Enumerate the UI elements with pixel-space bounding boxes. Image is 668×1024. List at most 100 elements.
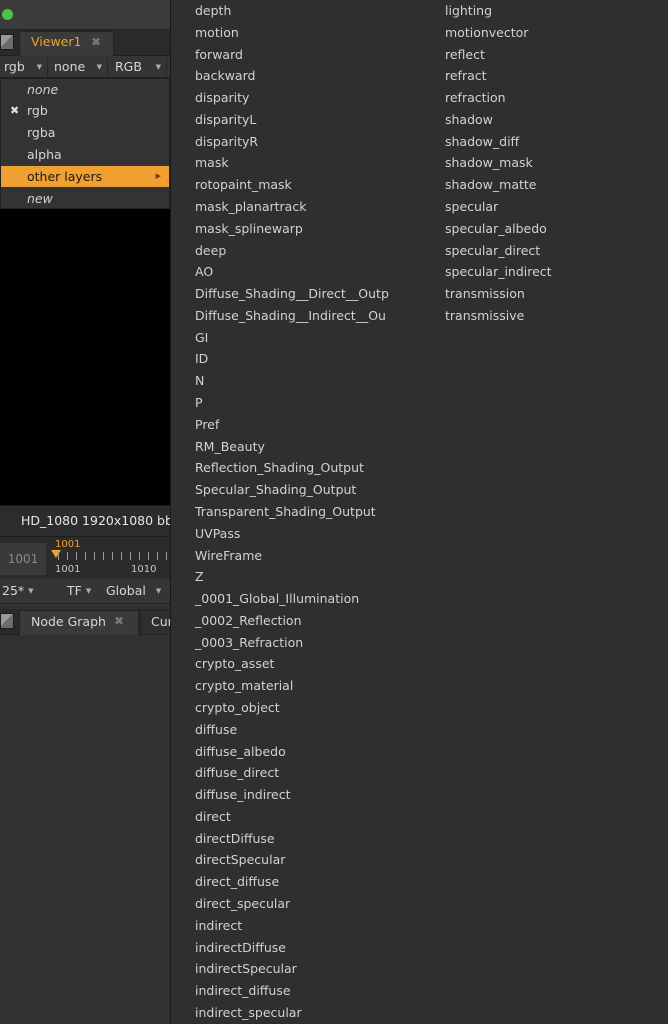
layer-menu-item[interactable]: direct [195, 809, 231, 825]
layer-menu-item[interactable]: direct_diffuse [195, 874, 279, 890]
layer-menu-item[interactable]: shadow_diff [445, 134, 519, 150]
layer-menu-item[interactable]: transmission [445, 286, 525, 302]
display-select[interactable]: RGB ▼ [111, 57, 167, 77]
layer-menu-item[interactable]: P [195, 395, 203, 411]
layer-menu-item[interactable]: Transparent_Shading_Output [195, 504, 376, 520]
layer-menu-item[interactable]: indirectSpecular [195, 961, 297, 977]
layer-menu-item[interactable]: Diffuse_Shading__Direct__Outp [195, 286, 389, 302]
layer-menu-item[interactable]: rotopaint_mask [195, 177, 292, 193]
layer-menu-item[interactable]: refract [445, 68, 487, 84]
layer-menu-item[interactable]: indirect_specular [195, 1005, 302, 1021]
fps-select[interactable]: 25* ▼ [2, 580, 34, 602]
layer-menu-item[interactable]: diffuse [195, 722, 237, 738]
tick-label: 1001 [55, 564, 81, 575]
menu-item-new[interactable]: new [1, 188, 169, 209]
layer-menu-item[interactable]: reflect [445, 47, 485, 63]
pane-menu-icon[interactable] [0, 34, 14, 50]
layer-menu-item[interactable]: AO [195, 264, 213, 280]
chevron-down-icon: ▼ [155, 587, 162, 595]
layer-menu-item[interactable]: N [195, 373, 204, 389]
mask-select[interactable]: none ▼ [50, 57, 108, 77]
mask-select-value: none [54, 59, 86, 74]
layer-menu-item[interactable]: mask [195, 155, 229, 171]
tf-value: TF [67, 583, 82, 598]
node-graph-tab-label: Node Graph [31, 614, 106, 629]
window-zoom-button[interactable] [2, 9, 13, 20]
layer-menu-item[interactable]: direct_specular [195, 896, 290, 912]
layer-menu-item[interactable]: mask_splinewarp [195, 221, 303, 237]
layer-menu-item[interactable]: specular_direct [445, 243, 540, 259]
layer-menu-item[interactable]: indirectDiffuse [195, 940, 286, 956]
layer-menu-item[interactable]: motion [195, 25, 239, 41]
layer-menu-item[interactable]: directSpecular [195, 852, 285, 868]
channel-select[interactable]: rgb ▼ [0, 57, 48, 77]
layer-menu-item[interactable]: shadow_matte [445, 177, 536, 193]
channel-dropdown-menu: none ✖ rgb rgba alpha other layers ▶ new [0, 78, 170, 209]
format-info: HD_1080 1920x1080 bbo [21, 513, 181, 528]
layer-menu-item[interactable]: disparityL [195, 112, 256, 128]
menu-item-label: other layers [27, 169, 103, 184]
layer-menu-item[interactable]: indirect_diffuse [195, 983, 291, 999]
tf-select[interactable]: TF ▼ [67, 580, 91, 602]
close-icon[interactable]: ✖ [114, 614, 124, 628]
layer-menu-item[interactable]: depth [195, 3, 231, 19]
close-icon[interactable]: ✖ [91, 35, 101, 49]
layer-menu-item[interactable]: mask_planartrack [195, 199, 306, 215]
layer-menu-item[interactable]: Specular_Shading_Output [195, 482, 356, 498]
submenu-arrow-icon: ▶ [155, 172, 161, 180]
layer-menu-item[interactable]: diffuse_indirect [195, 787, 291, 803]
layer-menu-item[interactable]: motionvector [445, 25, 528, 41]
layer-menu-item[interactable]: specular [445, 199, 498, 215]
layer-menu-item[interactable]: refraction [445, 90, 506, 106]
layer-menu-item[interactable]: RM_Beauty [195, 439, 265, 455]
layer-menu-item[interactable]: lighting [445, 3, 492, 19]
layer-menu-item[interactable]: _0003_Refraction [195, 635, 303, 651]
layer-menu-item[interactable]: disparity [195, 90, 249, 106]
pane-menu-icon[interactable] [0, 613, 14, 629]
node-graph-canvas[interactable] [0, 635, 170, 1024]
menu-item-rgb[interactable]: ✖ rgb [1, 100, 169, 121]
layer-menu-item[interactable]: crypto_object [195, 700, 280, 716]
layer-menu-item[interactable]: specular_indirect [445, 264, 552, 280]
layer-menu-item[interactable]: shadow_mask [445, 155, 533, 171]
check-icon: ✖ [10, 104, 20, 117]
display-select-value: RGB [115, 59, 142, 74]
layer-menu-item[interactable]: directDiffuse [195, 831, 275, 847]
menu-item-other-layers[interactable]: other layers ▶ [1, 166, 169, 187]
layer-menu-item[interactable]: disparityR [195, 134, 258, 150]
menu-item-rgba[interactable]: rgba [1, 122, 169, 143]
viewer-canvas[interactable] [0, 209, 170, 505]
layer-menu-item[interactable]: WireFrame [195, 548, 262, 564]
layer-menu-item[interactable]: crypto_material [195, 678, 293, 694]
fps-value: 25* [2, 583, 25, 598]
layer-menu-item[interactable]: ID [195, 351, 208, 367]
layer-menu-item[interactable]: diffuse_direct [195, 765, 279, 781]
layer-menu-item[interactable]: transmissive [445, 308, 524, 324]
layer-menu-item[interactable]: Diffuse_Shading__Indirect__Ou [195, 308, 386, 324]
layer-menu-item[interactable]: GI [195, 330, 208, 346]
layer-menu-item[interactable]: crypto_asset [195, 656, 274, 672]
layer-menu-item[interactable]: shadow [445, 112, 493, 128]
layer-menu-item[interactable]: forward [195, 47, 243, 63]
layer-menu-item[interactable]: diffuse_albedo [195, 744, 286, 760]
layer-menu-item[interactable]: Reflection_Shading_Output [195, 460, 364, 476]
layer-menu-item[interactable]: backward [195, 68, 255, 84]
layer-menu-item[interactable]: _0001_Global_Illumination [195, 591, 359, 607]
menu-item-label: rgb [27, 103, 48, 118]
menu-item-none[interactable]: none [1, 79, 169, 100]
chevron-down-icon: ▼ [96, 63, 102, 71]
layer-menu-item[interactable]: specular_albedo [445, 221, 547, 237]
layer-menu-item[interactable]: _0002_Reflection [195, 613, 302, 629]
scope-select[interactable]: Global ▼ [106, 580, 161, 602]
layer-menu-item[interactable]: Z [195, 569, 204, 585]
layer-menu-item[interactable]: UVPass [195, 526, 240, 542]
layer-menu-item[interactable]: indirect [195, 918, 242, 934]
frame-input[interactable]: 1001 [0, 543, 46, 575]
menu-item-label: alpha [27, 147, 62, 162]
timeline-ticks [58, 552, 170, 560]
layer-menu-item[interactable]: deep [195, 243, 226, 259]
layer-menu-item[interactable]: Pref [195, 417, 219, 433]
menu-item-alpha[interactable]: alpha [1, 144, 169, 165]
chevron-down-icon: ▼ [36, 63, 42, 71]
viewer-tab-label: Viewer1 [31, 34, 82, 49]
